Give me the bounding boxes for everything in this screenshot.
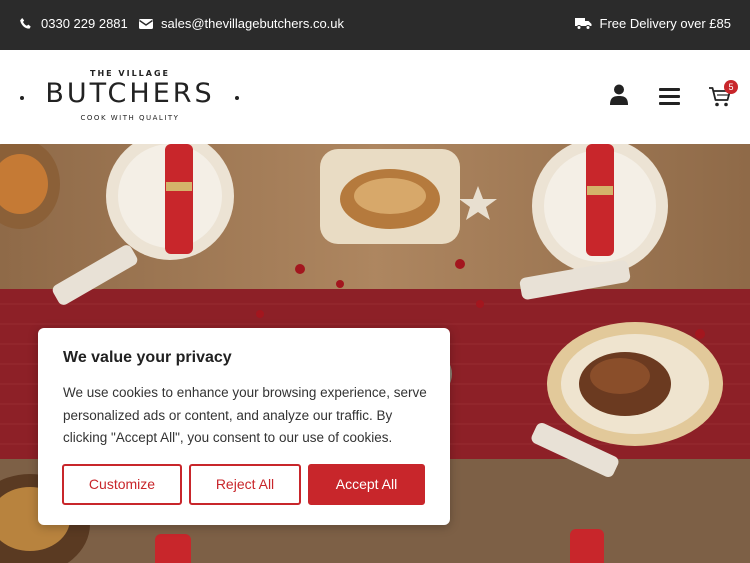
logo-dot-left <box>20 96 24 100</box>
phone-number: 0330 229 2881 <box>41 16 128 31</box>
logo-tagline: COOK WITH QUALITY <box>80 114 180 122</box>
top-bar: 0330 229 2881 sales@thevillagebutchers.c… <box>0 0 750 50</box>
phone-link[interactable]: 0330 229 2881 <box>19 16 128 31</box>
user-icon[interactable] <box>610 84 628 106</box>
site-header: THE VILLAGE BUTCHERS COOK WITH QUALITY <box>0 50 750 144</box>
email-link[interactable]: sales@thevillagebutchers.co.uk <box>139 16 344 31</box>
cart-count-badge: 5 <box>724 80 738 94</box>
truck-icon <box>574 18 591 30</box>
logo-top-text: THE VILLAGE <box>90 69 170 78</box>
delivery-info: Free Delivery over £85 <box>574 16 732 31</box>
logo-dot-right <box>235 96 239 100</box>
email-address: sales@thevillagebutchers.co.uk <box>161 16 345 31</box>
envelope-icon <box>139 18 153 29</box>
customize-button[interactable]: Customize <box>62 464 182 505</box>
cookie-consent-dialog: We value your privacy We use cookies to … <box>38 328 450 525</box>
accept-all-button[interactable]: Accept All <box>308 464 425 505</box>
site-logo[interactable]: THE VILLAGE BUTCHERS COOK WITH QUALITY <box>18 67 242 127</box>
cookie-title: We value your privacy <box>63 349 232 366</box>
menu-icon[interactable] <box>659 88 680 105</box>
logo-main-text: BUTCHERS <box>45 78 215 109</box>
phone-icon <box>20 17 31 29</box>
cookie-description: We use cookies to enhance your browsing … <box>63 385 427 445</box>
delivery-text: Free Delivery over £85 <box>599 16 732 31</box>
reject-all-button[interactable]: Reject All <box>189 464 301 505</box>
